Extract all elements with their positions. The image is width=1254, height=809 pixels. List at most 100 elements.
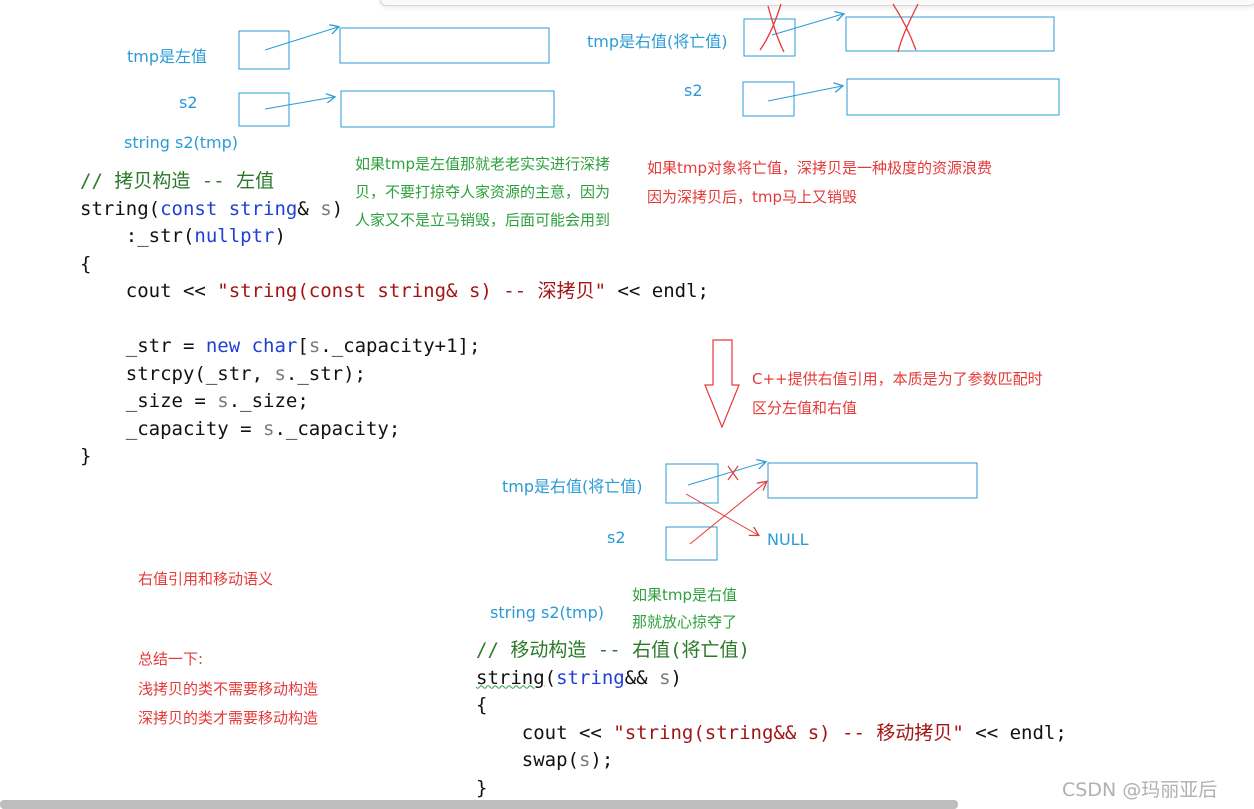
code-token: [ — [297, 335, 309, 357]
code-token: ._capacity+1]; — [320, 335, 481, 357]
code-token: cout << — [476, 721, 614, 744]
code-line: { — [80, 251, 709, 279]
code-line: { — [476, 692, 1067, 720]
code-line: string(const string& s) — [80, 196, 709, 224]
code-token: } — [80, 445, 92, 467]
code-line: // 移动构造 -- 右值(将亡值) — [476, 637, 1067, 665]
code-keyword: nullptr — [194, 225, 275, 247]
code-param: s — [308, 335, 321, 357]
code-line: cout << "string(const string& s) -- 深拷贝"… — [80, 278, 709, 306]
code-line: :_str(nullptr) — [80, 223, 709, 251]
code-line: } — [80, 443, 709, 471]
code-token: ( — [544, 666, 557, 689]
label-null: NULL — [767, 530, 809, 549]
note-rvalue-line-2: 那就放心掠夺了 — [632, 613, 738, 631]
code-token: ) — [331, 197, 344, 220]
label-tmp-rvalue-b: tmp是右值(将亡值) — [502, 477, 643, 496]
code-token: cout << — [80, 280, 218, 302]
code-param: s — [320, 197, 332, 220]
note-move-title: 右值引用和移动语义 — [138, 570, 274, 588]
note-rvalue-line-1: 如果tmp是右值 — [632, 586, 738, 604]
code-token: << endl; — [606, 280, 709, 302]
code-string: "string(string&& s) -- 移动拷贝" — [613, 721, 964, 744]
code-token: string( — [80, 197, 161, 220]
s2-steal-arrow — [689, 482, 766, 545]
code-token: strcpy(_str, — [80, 362, 275, 385]
code-comment: // 拷贝构造 -- 左值 — [80, 170, 275, 192]
code-line: _str = new char[s._capacity+1]; — [80, 333, 709, 361]
note-cpp-line-2: 区分左值和右值 — [752, 399, 858, 417]
code-token: string — [476, 666, 545, 689]
move-constructor-code: // 移动构造 -- 右值(将亡值) string(string&& s){ co… — [476, 637, 1067, 802]
s2-pointer-arrow-a — [264, 97, 334, 110]
code-token: } — [476, 776, 488, 799]
code-token: ._size; — [228, 390, 309, 412]
code-token: _size = — [80, 390, 218, 412]
s2-pointer-box-a — [238, 92, 290, 127]
code-line: string(string&& s) — [476, 665, 1067, 693]
code-token: ) — [274, 225, 286, 247]
note-summary-line-3: 深拷贝的类才需要移动构造 — [138, 709, 319, 727]
code-line: } — [476, 775, 1067, 803]
code-param: s — [578, 749, 591, 771]
code-token: << endl; — [963, 721, 1067, 744]
tmp-to-null-arrow — [685, 493, 758, 535]
label-s2-c: s2 — [607, 528, 626, 547]
note-cpp-line-1: C++提供右值引用，本质是为了参数匹配时 — [752, 370, 1043, 388]
code-string: "string(const string& s) -- 深拷贝" — [217, 280, 607, 302]
code-keyword: new — [205, 335, 241, 357]
code-param: s — [263, 417, 275, 440]
tmp-rvalue-pointer-arrow — [771, 14, 843, 36]
label-string-s2-tmp-b: string s2(tmp) — [490, 603, 605, 622]
code-keyword: char — [240, 335, 298, 357]
code-token: :_str( — [80, 225, 195, 247]
code-param: s — [659, 666, 671, 689]
label-tmp-rvalue-a: tmp是右值(将亡值) — [587, 32, 728, 51]
code-token: { — [476, 694, 488, 716]
code-line: strcpy(_str, s._str); — [80, 361, 709, 389]
note-summary-line-1: 总结一下: — [138, 650, 204, 668]
down-arrow — [704, 339, 740, 429]
s2-pointer-box-b — [742, 81, 795, 117]
note-summary-line-2: 浅拷贝的类不需要移动构造 — [138, 680, 319, 698]
code-line: swap(s); — [476, 747, 1067, 775]
code-line: cout << "string(string&& s) -- 移动拷贝" << … — [476, 720, 1067, 748]
watermark: CSDN @玛丽亚后 — [1062, 779, 1218, 801]
s2-move-pointer-box — [665, 526, 718, 561]
label-s2-b: s2 — [684, 81, 703, 100]
tmp-heap-box — [339, 27, 550, 64]
label-string-s2-tmp-a: string s2(tmp) — [124, 133, 239, 152]
s2-heap-box-b — [846, 78, 1060, 116]
code-keyword: string — [556, 666, 625, 689]
tmp-rvalue-heap-box — [845, 16, 1055, 52]
code-token: ._capacity; — [274, 417, 401, 440]
code-param: s — [274, 362, 286, 385]
tmp-pointer-box — [238, 30, 290, 70]
copy-constructor-code: // 拷贝构造 -- 左值 string(const string& s) :_s… — [80, 168, 709, 471]
tmp-pointer-arrow — [264, 27, 338, 51]
code-param: s — [217, 390, 229, 412]
label-tmp-lvalue: tmp是左值 — [127, 47, 208, 66]
code-line: // 拷贝构造 -- 左值 — [80, 168, 709, 196]
code-token: swap( — [476, 749, 579, 771]
code-comment: // 移动构造 -- 右值(将亡值) — [476, 639, 750, 661]
code-token: _str = — [80, 335, 206, 357]
label-s2-a: s2 — [179, 93, 198, 112]
tmp-rvalue-pointer-box — [743, 18, 796, 57]
cross-mark-heap — [892, 3, 919, 53]
code-line: _capacity = s._capacity; — [80, 416, 709, 444]
s2-heap-box-a — [340, 90, 555, 128]
code-line: _size = s._size; — [80, 388, 709, 416]
s2-pointer-arrow-b — [767, 86, 842, 102]
horizontal-scrollbar[interactable] — [0, 800, 958, 809]
code-token: { — [80, 252, 92, 275]
code-token: & — [297, 197, 321, 220]
cross-mark-pointer — [759, 3, 785, 53]
code-token: ) — [670, 666, 682, 689]
code-keyword: const — [160, 197, 218, 220]
move-heap-box — [767, 462, 978, 499]
code-keyword: string — [217, 197, 298, 220]
code-token: && — [624, 666, 660, 689]
code-token: ._str); — [285, 362, 366, 385]
